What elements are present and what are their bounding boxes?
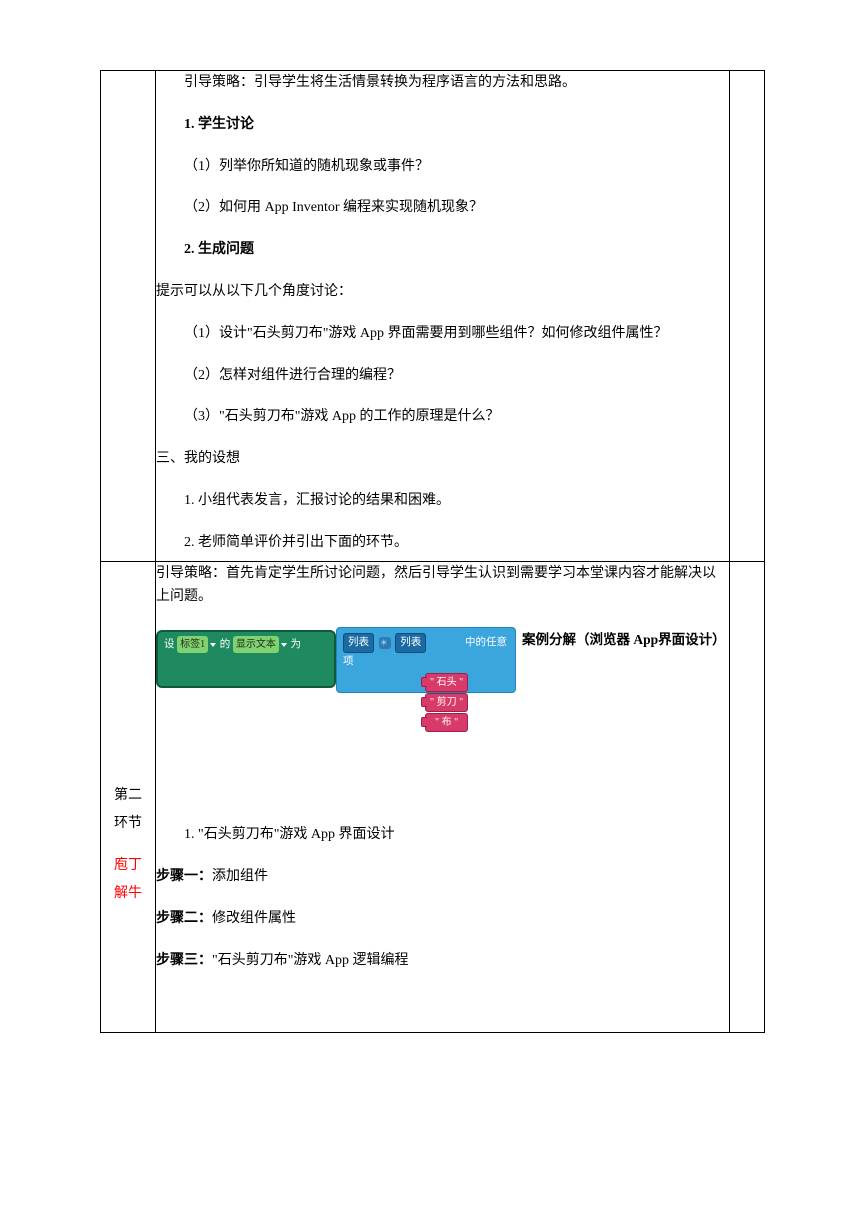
step3-text: "石头剪刀布"游戏 App 逻辑编程: [212, 953, 409, 968]
blk-chip-label: 标签1: [177, 636, 208, 653]
prompt-1: （1）设计"石头剪刀布"游戏 App 界面需要用到哪些组件？如何修改组件属性？: [156, 322, 729, 346]
question-2: （2）如何用 App Inventor 编程来实现随机现象？: [156, 196, 729, 220]
prompt-2: （2）怎样对组件进行合理的编程？: [156, 364, 729, 388]
guide-strategy-2: 引导策略：首先肯定学生所讨论问题，然后引导学生认识到需要学习本堂课内容才能解决以…: [156, 562, 729, 610]
phase-red-2: 解牛: [107, 880, 149, 908]
step1-label: 步骤一：: [156, 869, 212, 884]
guide-strategy: 引导策略：引导学生将生活情景转换为程序语言的方法和思路。: [156, 71, 729, 95]
blk-of: 的: [220, 639, 231, 650]
chevron-down-icon: [210, 643, 216, 647]
right-cell-empty: [730, 71, 765, 562]
phase-red-1: 庖丁: [107, 852, 149, 880]
blk-chip-disp: 显示文本: [233, 636, 279, 653]
code-block-figure: 设 标签1 的 显示文本 为 列表 列表 中的任意: [156, 627, 729, 695]
blk-list1: 列表: [343, 633, 374, 653]
design-heading: 1. "石头剪刀布"游戏 App 界面设计: [156, 823, 729, 847]
step-2: 步骤二：修改组件属性: [156, 907, 729, 931]
code-block-image: 设 标签1 的 显示文本 为 列表 列表 中的任意: [156, 627, 516, 695]
heading-discussion: 1. 学生讨论: [156, 113, 729, 137]
lesson-plan-table: 引导策略：引导学生将生活情景转换为程序语言的方法和思路。 1. 学生讨论 （1）…: [100, 70, 765, 1033]
step1-text: 添加组件: [212, 869, 268, 884]
idea-2: 2. 老师简单评价并引出下面的环节。: [156, 531, 729, 555]
question-1: （1）列举你所知道的随机现象或事件？: [156, 155, 729, 179]
blk-list2: 列表: [395, 633, 426, 653]
step-1: 步骤一：添加组件: [156, 865, 729, 889]
heading-generate: 2. 生成问题: [156, 238, 729, 262]
step3-label: 步骤三：: [156, 953, 212, 968]
left-cell-empty: [101, 71, 156, 562]
right-cell-empty-2: [730, 561, 765, 1033]
table-row: 第二 环节 庖丁 解牛 引导策略：首先肯定学生所讨论问题，然后引导学生认识到需要…: [101, 561, 765, 1033]
figure-caption: 案例分解（浏览器 App界面设计）: [522, 627, 729, 651]
block-blue-list: 列表 列表 中的任意项 " 石头 " " 剪刀 ": [336, 627, 516, 693]
phase-label-2: 环节: [107, 810, 149, 838]
blk-opt-rock: " 石头 ": [425, 673, 468, 692]
blk-to: 为: [291, 639, 302, 650]
step2-text: 修改组件属性: [212, 911, 296, 926]
prompt-3: （3）"石头剪刀布"游戏 App 的工作的原理是什么？: [156, 405, 729, 429]
step-3: 步骤三："石头剪刀布"游戏 App 逻辑编程: [156, 949, 729, 973]
table-row: 引导策略：引导学生将生活情景转换为程序语言的方法和思路。 1. 学生讨论 （1）…: [101, 71, 765, 562]
blk-opt-paper: " 布 ": [425, 713, 468, 732]
blk-set: 设: [164, 639, 175, 650]
idea-1: 1. 小组代表发言，汇报讨论的结果和困难。: [156, 489, 729, 513]
hint-text: 提示可以从以下几个角度讨论：: [156, 280, 729, 304]
blk-opt-scissors: " 剪刀 ": [425, 693, 468, 712]
section-3: 三、我的设想: [156, 447, 729, 471]
phase-label-1: 第二: [107, 782, 149, 810]
content-cell-2: 引导策略：首先肯定学生所讨论问题，然后引导学生认识到需要学习本堂课内容才能解决以…: [156, 561, 730, 1033]
block-green-set: 设 标签1 的 显示文本 为: [156, 630, 336, 688]
left-cell-label: 第二 环节 庖丁 解牛: [101, 561, 156, 1033]
step2-label: 步骤二：: [156, 911, 212, 926]
content-cell-1: 引导策略：引导学生将生活情景转换为程序语言的方法和思路。 1. 学生讨论 （1）…: [156, 71, 730, 562]
gear-icon: [379, 637, 391, 649]
chevron-down-icon: [281, 643, 287, 647]
